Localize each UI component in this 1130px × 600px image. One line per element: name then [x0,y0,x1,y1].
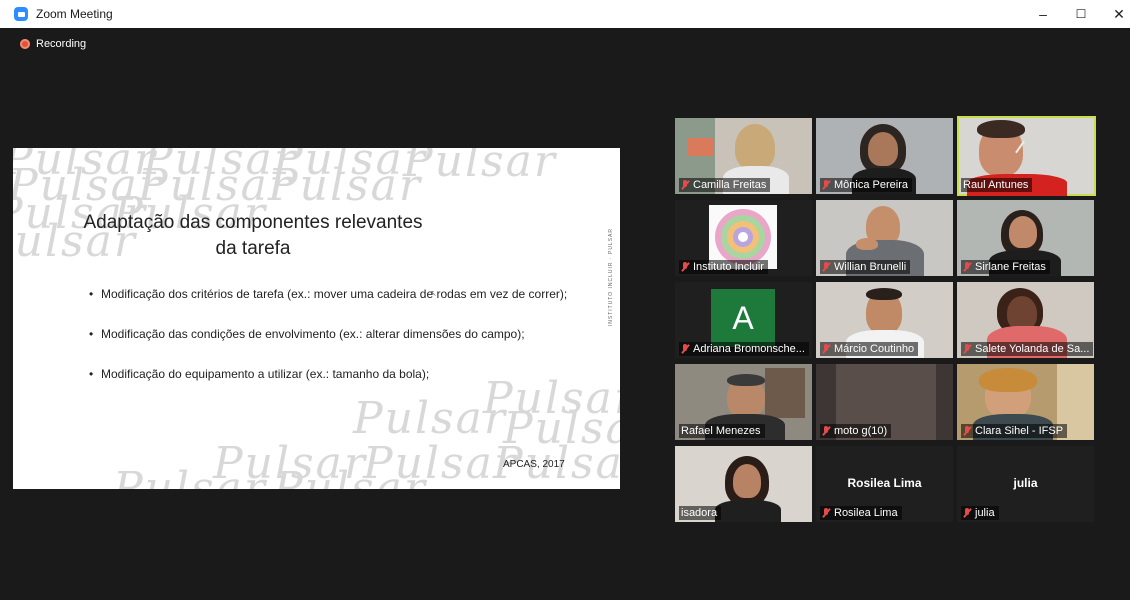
window-title: Zoom Meeting [36,7,113,21]
maximize-button[interactable]: ☐ [1063,0,1099,28]
participant-video [727,374,765,386]
participant-tile[interactable]: Mônica Pereira [816,118,953,194]
participant-name-label: moto g(10) [820,424,892,438]
slide-bullet-list: Modificação dos critérios de tarefa (ex.… [89,285,579,405]
participant-video [979,368,1037,392]
participant-tile[interactable]: Instituto Incluir [675,200,812,276]
participant-tile[interactable]: Camilla Freitas [675,118,812,194]
meeting-area: Recording Pulsar Pulsar Pulsar Pulsar Pu… [8,28,1130,600]
participant-tile[interactable]: Willian Brunelli [816,200,953,276]
close-button[interactable]: ✕ [1101,0,1130,28]
mic-muted-icon [822,344,830,354]
slide-title: Adaptação das componentes relevantes da … [83,210,423,262]
participant-tile[interactable]: Salete Yolanda de Sa... [957,282,1094,358]
watermark-logo: Pulsar [273,463,427,489]
participant-video [977,120,1025,138]
participant-tile[interactable]: Márcio Coutinho [816,282,953,358]
participant-tile[interactable]: A Adriana Bromonsche... [675,282,812,358]
watermark-logo: Pulsar [403,148,557,187]
mic-muted-icon [963,508,971,518]
participant-tile[interactable]: julia julia [957,446,1094,522]
video-background [765,368,805,418]
minimize-button[interactable]: – [1025,0,1061,28]
participant-name-label: Rosilea Lima [820,506,902,520]
slide-footer: APCAS, 2017 [503,459,565,470]
participant-tile[interactable]: Clara Sihel - IFSP [957,364,1094,440]
participant-video [868,132,898,166]
participant-video [733,464,761,498]
participant-display-name: julia [1013,476,1038,490]
watermark-logo: Pulsar [268,160,422,211]
mic-muted-icon [822,426,830,436]
participant-tile[interactable]: Sirlane Freitas [957,200,1094,276]
recording-icon [20,39,30,49]
avatar: A [711,289,775,347]
recording-label: Recording [36,38,87,50]
slide-title-line1: Adaptação das componentes relevantes [83,212,423,233]
participant-video [735,124,775,170]
mic-muted-icon [681,180,689,190]
window-titlebar: Zoom Meeting – ☐ ✕ [0,0,1130,28]
participant-tile[interactable]: Rafael Menezes [675,364,812,440]
slide-title-line2: da tarefa [215,238,291,259]
participant-tile[interactable]: moto g(10) [816,364,953,440]
participant-name-label: Márcio Coutinho [820,342,919,356]
slide-bullet: Modificação dos critérios de tarefa (ex.… [89,285,579,303]
zoom-app-icon [14,7,28,21]
mic-muted-icon [681,262,689,272]
mic-muted-icon [822,262,830,272]
participant-name-label: Camilla Freitas [679,178,771,192]
slide-bullet: Modificação das condições de envolviment… [89,325,579,343]
participant-name-label: Salete Yolanda de Sa... [961,342,1094,356]
slide-side-caption: INSTITUTO INCLUIR · PULSAR [608,228,614,327]
mic-muted-icon [681,344,689,354]
participant-name-label: isadora [679,506,722,520]
participant-name-label: julia [961,506,999,520]
shared-screen-slide[interactable]: Pulsar Pulsar Pulsar Pulsar Pulsar Pulsa… [13,148,620,489]
participant-video [1007,296,1037,330]
participant-tile-active-speaker[interactable]: Raul Antunes [957,116,1096,196]
participant-hand [856,238,878,250]
participant-name-label: Raul Antunes [961,178,1033,192]
participant-name-label: Adriana Bromonsche... [679,342,809,356]
participant-name-label: Clara Sihel - IFSP [961,424,1068,438]
participant-video [866,288,902,300]
mic-muted-icon [963,262,971,272]
mic-muted-icon [822,508,830,518]
video-background [687,138,713,156]
mic-muted-icon [963,344,971,354]
participant-tile[interactable]: isadora [675,446,812,522]
participant-name-label: Mônica Pereira [820,178,912,192]
mouse-cursor-icon: ↖ [430,289,437,298]
watermark-logo: Pulsar [113,463,267,489]
participant-name-label: Sirlane Freitas [961,260,1050,274]
participant-display-name: Rosilea Lima [847,476,922,490]
participant-video [715,500,781,522]
participant-video [1009,216,1037,248]
mic-muted-icon [822,180,830,190]
mic-muted-icon [963,426,971,436]
recording-indicator[interactable]: Recording [20,38,86,50]
participant-name-label: Willian Brunelli [820,260,911,274]
participant-name-label: Rafael Menezes [679,424,765,438]
participant-tile[interactable]: Rosilea Lima Rosilea Lima [816,446,953,522]
slide-bullet: Modificação do equipamento a utilizar (e… [89,365,579,383]
participant-name-label: Instituto Incluir [679,260,768,274]
